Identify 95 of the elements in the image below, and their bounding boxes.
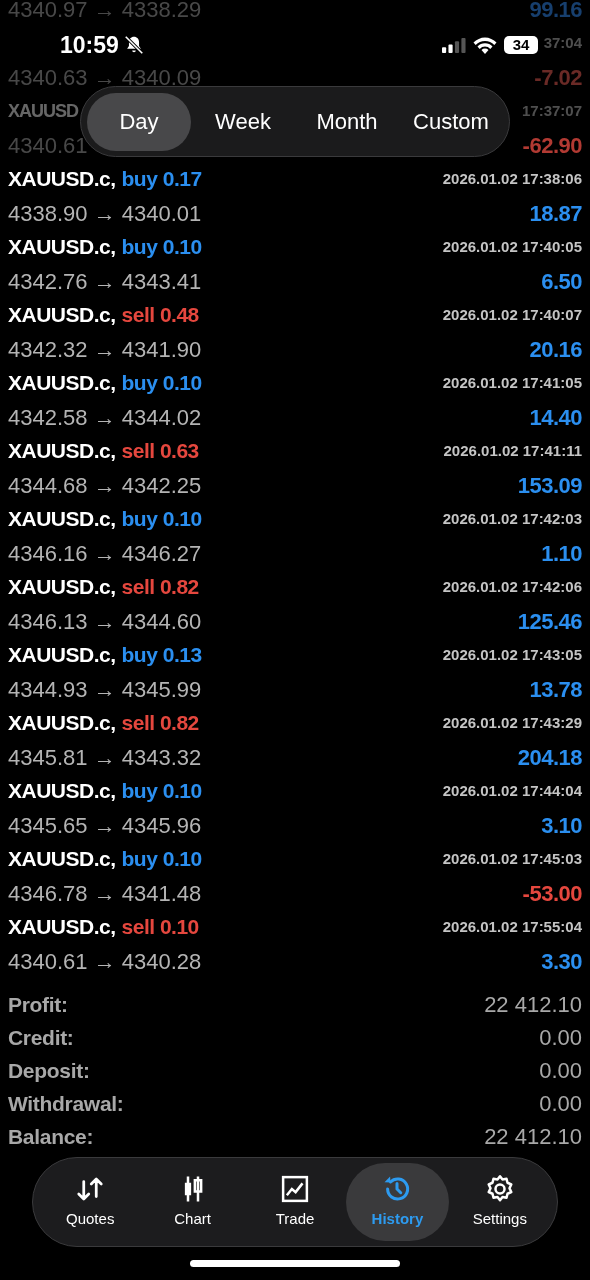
time-label: 2026.01.02 17:55:04 [442,916,582,937]
price-label: 4344.68 → 4342.25 [8,471,202,500]
time-label: 2026.01.02 17:40:07 [442,304,582,325]
order-label: sell 0.48 [121,302,199,329]
summary-value: 22 412.10 [484,1123,582,1151]
time-label: 17:37:07 [521,100,582,121]
symbol-label: XAUUSD.c, [8,438,116,465]
profit-value: 18.87 [529,199,582,228]
price-label: 4342.32 → 4341.90 [8,335,202,364]
profit-value: 1.10 [541,539,582,568]
battery-level: 34 [504,36,538,54]
price-label: 4340.97 → 4338.29 [8,0,202,24]
symbol-label: XAUUSD.c, [8,166,116,193]
profit-value: -62.90 [522,131,582,160]
price-label: 4338.90 → 4340.01 [8,199,202,228]
price-label: 4340.61 [8,131,88,160]
order-label: buy 0.13 [121,642,202,669]
profit-value: 14.40 [529,403,582,432]
symbol-label: XAUUSD.c, [8,846,116,873]
price-label: 4346.13 → 4344.60 [8,607,202,636]
profit-value: 204.18 [517,743,582,772]
summary-label: Balance: [8,1123,94,1150]
order-label: buy 0.10 [121,234,202,261]
time-label: 2026.01.02 17:42:03 [442,508,582,529]
time-label: 37:04 [543,32,582,53]
price-label: 4342.76 → 4343.41 [8,267,202,296]
wifi-icon [473,36,497,54]
order-label: buy 0.17 [121,166,202,193]
order-label: sell 0.63 [121,438,199,465]
settings-icon [484,1173,515,1204]
price-label: 4340.61 → 4340.28 [8,947,202,976]
profit-value: 3.10 [541,811,582,840]
profit-value: -53.00 [522,879,582,908]
summary-value: 22 412.10 [484,991,582,1019]
symbol-label: XAUUSD.c, [8,302,116,329]
symbol-label: XAUUSD.c, [8,778,116,805]
summary-label: Profit: [8,991,68,1018]
summary-value: 0.00 [539,1057,582,1085]
price-label: 4345.65 → 4345.96 [8,811,202,840]
profit-value: 13.78 [529,675,582,704]
tab-bar-item[interactable]: Quotes [39,1163,142,1241]
time-label: 2026.01.02 17:40:05 [442,236,582,257]
profit-value: 99.16 [529,0,582,24]
summary-value: 0.00 [539,1024,582,1052]
summary-label: Credit: [8,1024,74,1051]
period-tab[interactable]: Week [191,92,295,151]
profit-value: -7.02 [534,63,582,92]
symbol-label: XAUUSD.c, [8,914,116,941]
period-tab[interactable]: Custom [399,92,503,151]
time-label: 2026.01.02 17:43:29 [442,712,582,733]
time-label: 2026.01.02 17:44:04 [442,780,582,801]
time-label: 2026.01.02 17:43:05 [442,644,582,665]
price-label: 4346.78 → 4341.48 [8,879,202,908]
profit-value: 125.46 [517,607,582,636]
time-label: 2026.01.02 17:41:11 [443,440,582,461]
symbol-label: XAUUSD.c, [8,642,116,669]
period-tab[interactable]: Month [295,92,399,151]
profit-value: 20.16 [529,335,582,364]
price-label: 4345.81 → 4343.32 [8,743,202,772]
signal-icon [442,37,466,53]
period-tab[interactable]: Day [87,92,191,151]
order-label: buy 0.10 [121,778,202,805]
time-label: 2026.01.02 17:42:06 [442,576,582,597]
order-label: sell 0.82 [121,710,199,737]
tab-bar-item[interactable]: History [346,1163,449,1241]
summary-value: 0.00 [539,1090,582,1118]
price-label: 4344.93 → 4345.99 [8,675,202,704]
time-label: 2026.01.02 17:41:05 [442,372,582,393]
profit-value: 6.50 [541,267,582,296]
symbol-label: XAUUSD.c, [8,234,116,261]
order-label: buy 0.10 [121,846,202,873]
summary-label: Deposit: [8,1057,90,1084]
symbol-label: XAUUSD.c, [8,574,116,601]
symbol-label: XAUUSD.c, [8,370,116,397]
order-label: sell 0.82 [121,574,199,601]
symbol-label: XAUUSD.c, [8,506,116,533]
order-label: sell 0.10 [121,914,199,941]
symbol-label: XAUUSD.c, [8,710,116,737]
clock-time: 10:59 [60,30,119,60]
tab-bar-item[interactable]: Settings [448,1163,552,1241]
bell-slash-icon [122,34,145,56]
price-label: 4340.63 → 4340.09 [8,63,202,92]
order-label: buy 0.10 [121,370,202,397]
price-label: 4346.16 → 4346.27 [8,539,202,568]
time-label: 2026.01.02 17:45:03 [442,848,582,869]
order-label: buy 0.10 [121,506,202,533]
summary-label: Withdrawal: [8,1090,124,1117]
tab-bar-item[interactable]: Trade [243,1163,347,1241]
profit-value: 153.09 [517,471,582,500]
profit-value: 3.30 [541,947,582,976]
line-chart-icon [280,1173,310,1204]
tab-bar-item[interactable]: Chart [141,1163,244,1241]
price-label: 4342.58 → 4344.02 [8,403,202,432]
symbol-label: XAUUSD [8,99,78,123]
time-label: 2026.01.02 17:38:06 [442,168,582,189]
